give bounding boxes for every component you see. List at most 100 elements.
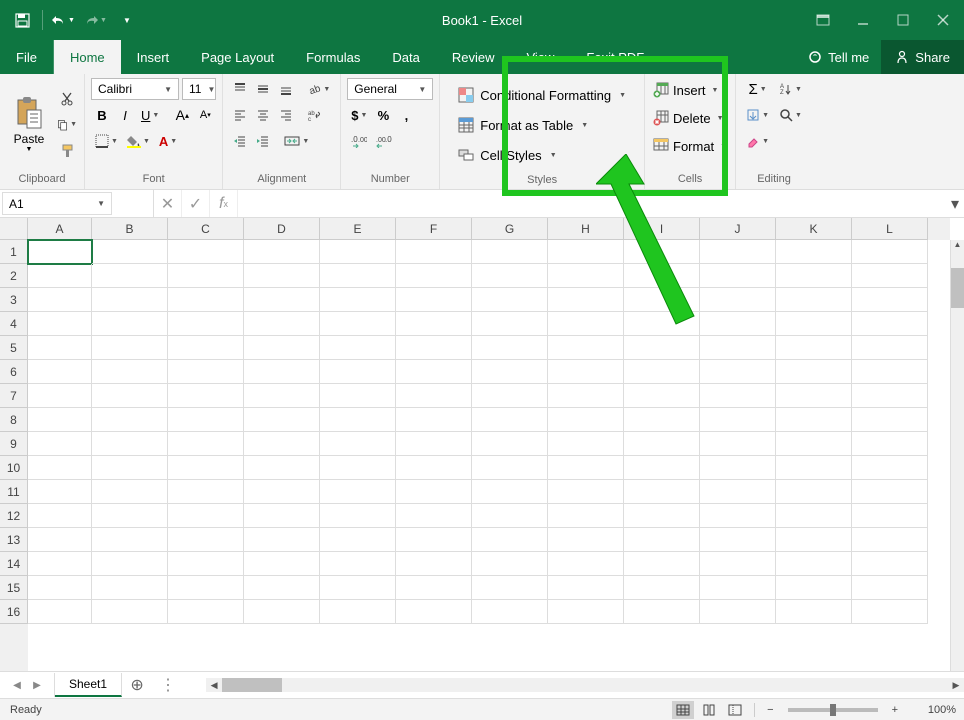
cell[interactable] <box>776 312 852 336</box>
increase-indent-button[interactable] <box>252 130 274 152</box>
percent-format-button[interactable]: % <box>372 104 394 126</box>
cut-button[interactable] <box>56 88 78 110</box>
cell[interactable] <box>168 360 244 384</box>
cell[interactable] <box>776 288 852 312</box>
cell[interactable] <box>700 240 776 264</box>
horizontal-scrollbar[interactable]: ◀ ▶ <box>206 678 964 692</box>
cell[interactable] <box>852 504 928 528</box>
cell-A1[interactable] <box>28 240 92 264</box>
borders-button[interactable]: ▼ <box>91 130 122 152</box>
cell[interactable] <box>472 360 548 384</box>
cell[interactable] <box>776 240 852 264</box>
cell-styles-button[interactable]: Cell Styles▼ <box>454 142 630 168</box>
merge-center-button[interactable]: ▼ <box>280 130 313 152</box>
row-header[interactable]: 13 <box>0 528 28 552</box>
cell[interactable] <box>852 600 928 624</box>
cell[interactable] <box>92 288 168 312</box>
cell[interactable] <box>168 384 244 408</box>
tab-view[interactable]: View <box>510 40 570 74</box>
formula-input[interactable] <box>238 190 946 217</box>
cell[interactable] <box>92 408 168 432</box>
cell[interactable] <box>472 408 548 432</box>
cell[interactable] <box>624 600 700 624</box>
cell[interactable] <box>320 312 396 336</box>
tab-page-layout[interactable]: Page Layout <box>185 40 290 74</box>
cell[interactable] <box>700 336 776 360</box>
cell[interactable] <box>92 528 168 552</box>
cell[interactable] <box>28 528 92 552</box>
align-top-button[interactable] <box>229 78 251 100</box>
cell[interactable] <box>852 384 928 408</box>
row-header[interactable]: 6 <box>0 360 28 384</box>
scroll-right-button[interactable]: ▶ <box>948 678 964 692</box>
cell[interactable] <box>472 384 548 408</box>
cell[interactable] <box>320 432 396 456</box>
cell[interactable] <box>776 528 852 552</box>
cell[interactable] <box>320 600 396 624</box>
tab-split-handle[interactable]: ⋮ <box>152 675 186 695</box>
cell[interactable] <box>244 264 320 288</box>
cell[interactable] <box>244 384 320 408</box>
cell[interactable] <box>700 528 776 552</box>
cell[interactable] <box>396 288 472 312</box>
cell[interactable] <box>852 528 928 552</box>
cell[interactable] <box>396 408 472 432</box>
cell[interactable] <box>548 312 624 336</box>
col-header[interactable]: G <box>472 218 548 240</box>
cell[interactable] <box>548 432 624 456</box>
cell[interactable] <box>548 240 624 264</box>
cell[interactable] <box>396 360 472 384</box>
cell[interactable] <box>320 360 396 384</box>
cell[interactable] <box>168 504 244 528</box>
cell[interactable] <box>28 384 92 408</box>
cell[interactable] <box>548 480 624 504</box>
cell[interactable] <box>28 480 92 504</box>
cell[interactable] <box>92 264 168 288</box>
cell[interactable] <box>168 240 244 264</box>
decrease-decimal-button[interactable]: .00.0 <box>372 130 396 152</box>
cell[interactable] <box>92 456 168 480</box>
cell[interactable] <box>852 480 928 504</box>
copy-button[interactable]: ▼ <box>56 114 78 136</box>
align-bottom-button[interactable] <box>275 78 297 100</box>
cell[interactable] <box>168 288 244 312</box>
decrease-font-button[interactable]: A▾ <box>194 104 216 126</box>
redo-button[interactable]: ▼ <box>81 6 109 34</box>
cell[interactable] <box>396 576 472 600</box>
cell[interactable] <box>28 264 92 288</box>
cell[interactable] <box>472 456 548 480</box>
cell[interactable] <box>320 528 396 552</box>
scrollbar-thumb[interactable] <box>951 268 964 308</box>
cell[interactable] <box>472 528 548 552</box>
cell[interactable] <box>776 552 852 576</box>
add-sheet-button[interactable]: ⊕ <box>122 675 152 695</box>
col-header[interactable]: F <box>396 218 472 240</box>
cell[interactable] <box>244 576 320 600</box>
col-header[interactable]: H <box>548 218 624 240</box>
cell[interactable] <box>852 288 928 312</box>
cell[interactable] <box>92 360 168 384</box>
name-box[interactable]: A1▼ <box>2 192 112 215</box>
cell[interactable] <box>244 408 320 432</box>
cell[interactable] <box>852 336 928 360</box>
tell-me-search[interactable]: Tell me <box>796 40 881 74</box>
cell[interactable] <box>624 552 700 576</box>
italic-button[interactable]: I <box>114 104 136 126</box>
accounting-format-button[interactable]: $▼ <box>347 104 371 126</box>
align-center-button[interactable] <box>252 104 274 126</box>
tab-review[interactable]: Review <box>436 40 511 74</box>
cell[interactable] <box>168 312 244 336</box>
cell[interactable] <box>320 456 396 480</box>
cell[interactable] <box>776 264 852 288</box>
cell[interactable] <box>244 456 320 480</box>
tab-data[interactable]: Data <box>376 40 435 74</box>
col-header[interactable]: B <box>92 218 168 240</box>
format-cells-button[interactable]: Format▼ <box>651 134 729 158</box>
cell[interactable] <box>396 336 472 360</box>
cell[interactable] <box>28 336 92 360</box>
cell[interactable] <box>396 264 472 288</box>
cell[interactable] <box>472 600 548 624</box>
row-header[interactable]: 7 <box>0 384 28 408</box>
cell[interactable] <box>28 312 92 336</box>
cell[interactable] <box>396 432 472 456</box>
